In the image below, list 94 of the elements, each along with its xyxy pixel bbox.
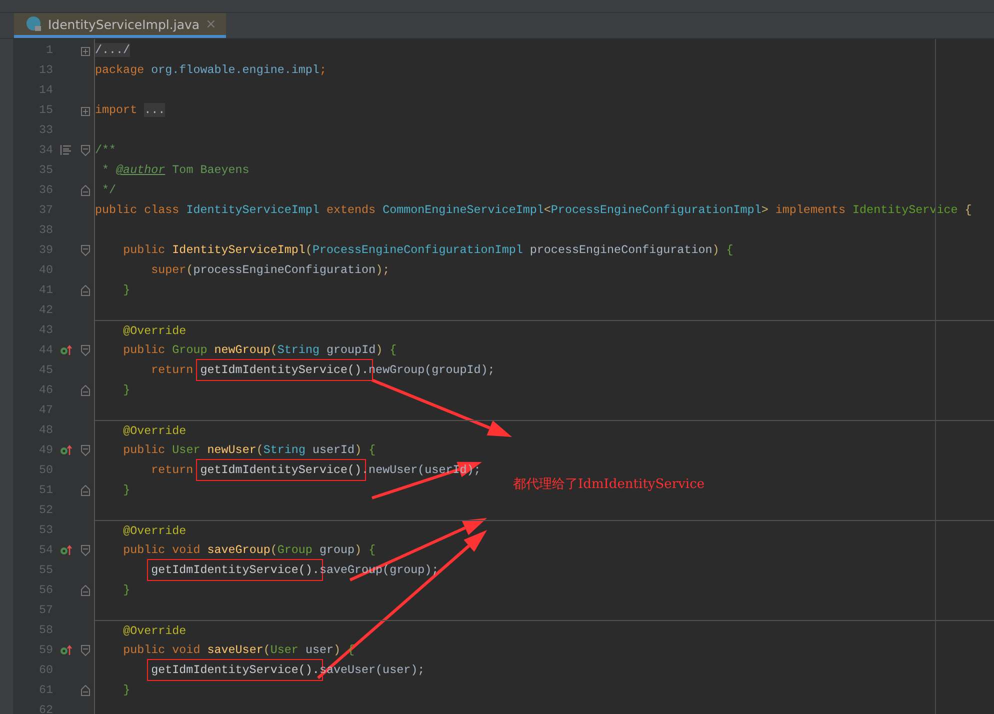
code-token: > [761, 203, 770, 217]
code-token: org.flowable.engine.impl [151, 63, 320, 77]
implements-method-icon[interactable] [60, 644, 72, 656]
code-token: * [102, 163, 110, 177]
code-token: @Override [123, 624, 186, 638]
code-token: ( [263, 643, 270, 657]
code-token: public [123, 343, 166, 357]
code-token: ProcessEngineConfigurationImpl [312, 243, 523, 257]
code-token: user [305, 643, 334, 657]
code-token: { [964, 203, 972, 217]
collapse-fold-icon[interactable] [81, 144, 90, 156]
code-token: public [123, 243, 166, 257]
code-token: @Override [123, 424, 186, 438]
code-token: < [544, 203, 551, 217]
code-token: ; [319, 63, 326, 77]
collapse-fold-icon[interactable] [81, 344, 90, 356]
code-token: */ [102, 183, 116, 197]
annotation-text: 都代理给了IdmIdentityService [513, 476, 705, 493]
code-token: import [95, 103, 138, 117]
code-token: processEngineConfiguration [193, 263, 376, 277]
code-token: ProcessEngineConfigurationImpl [550, 203, 762, 217]
code-token: } [123, 383, 130, 397]
code-token: ( [270, 343, 278, 357]
java-class-icon [26, 16, 42, 32]
fold-end-icon[interactable] [81, 184, 90, 196]
code-token: group [319, 543, 355, 557]
code-token: /** [95, 143, 116, 157]
code-token: Group [172, 343, 208, 357]
code-token: public void [123, 643, 202, 657]
code-token: } [123, 283, 130, 297]
collapse-fold-icon[interactable] [81, 644, 90, 656]
code-token: { [390, 343, 397, 357]
code-token: userId [312, 443, 355, 457]
implements-method-icon[interactable] [60, 544, 72, 556]
fold-end-icon[interactable] [81, 284, 90, 296]
code-token: ( [305, 243, 312, 257]
code-token: User [270, 643, 298, 657]
code-token: CommonEngineServiceImpl [382, 203, 544, 217]
code-token: } [123, 483, 130, 497]
collapse-fold-icon[interactable] [81, 544, 90, 556]
expand-fold-icon[interactable] [81, 106, 90, 116]
code-token: } [123, 583, 130, 597]
code-token: extends [326, 203, 377, 217]
code-token: public class [95, 203, 180, 217]
fold-end-icon[interactable] [81, 484, 90, 496]
code-token: saveUser [207, 643, 264, 657]
code-token: ( [186, 263, 194, 277]
code-token: User [172, 443, 200, 457]
code-token: /.../ [95, 43, 130, 57]
code-token: String [263, 443, 306, 457]
code-token: implements [775, 203, 847, 217]
implements-method-icon[interactable] [60, 444, 72, 456]
code-token: IdentityServiceImpl [172, 243, 306, 257]
code-token: public [123, 443, 166, 457]
code-token: @Override [123, 524, 186, 538]
code-token: ) [712, 243, 720, 257]
code-token: return [151, 463, 194, 477]
code-token: processEngineConfiguration [530, 243, 712, 257]
rendered-doc-icon[interactable] [60, 145, 71, 155]
code-token: { [726, 243, 734, 257]
implements-method-icon[interactable] [60, 344, 72, 356]
code-token: super [151, 263, 186, 277]
code-token: package [95, 63, 146, 77]
code-token: ) [354, 443, 363, 457]
fold-end-icon[interactable] [81, 584, 90, 596]
code-token: newGroup [214, 343, 270, 357]
code-token: ( [256, 443, 264, 457]
code-token: ) [334, 643, 342, 657]
code-token: ) [354, 543, 363, 557]
fold-end-icon[interactable] [81, 384, 90, 396]
code-token: return [151, 363, 194, 377]
code-token: IdentityService [852, 203, 958, 217]
collapse-fold-icon[interactable] [81, 244, 90, 256]
code-token: @Override [123, 324, 186, 338]
code-token: } [123, 683, 130, 697]
code-token: ); [376, 263, 390, 277]
code-token: { [368, 543, 376, 557]
collapse-fold-icon[interactable] [81, 444, 90, 456]
code-token: ) [376, 343, 384, 357]
code-token: IdentityServiceImpl [186, 203, 320, 217]
code-token: groupId [326, 343, 376, 357]
expand-fold-icon[interactable] [81, 46, 90, 56]
code-token: public void [123, 543, 202, 557]
code-token: ... [144, 103, 166, 117]
code-token: Group [277, 543, 312, 557]
code-token: ( [270, 543, 278, 557]
fold-end-icon[interactable] [81, 684, 90, 696]
code-token: saveGroup [207, 543, 270, 557]
code-token: newUser [207, 443, 256, 457]
code-token: @author [116, 163, 166, 177]
code-token: Tom Baeyens [172, 163, 250, 177]
code-token: String [277, 343, 320, 357]
code-token: { [368, 443, 376, 457]
file-tab[interactable]: IdentityServiceImpl.java × [14, 13, 226, 38]
